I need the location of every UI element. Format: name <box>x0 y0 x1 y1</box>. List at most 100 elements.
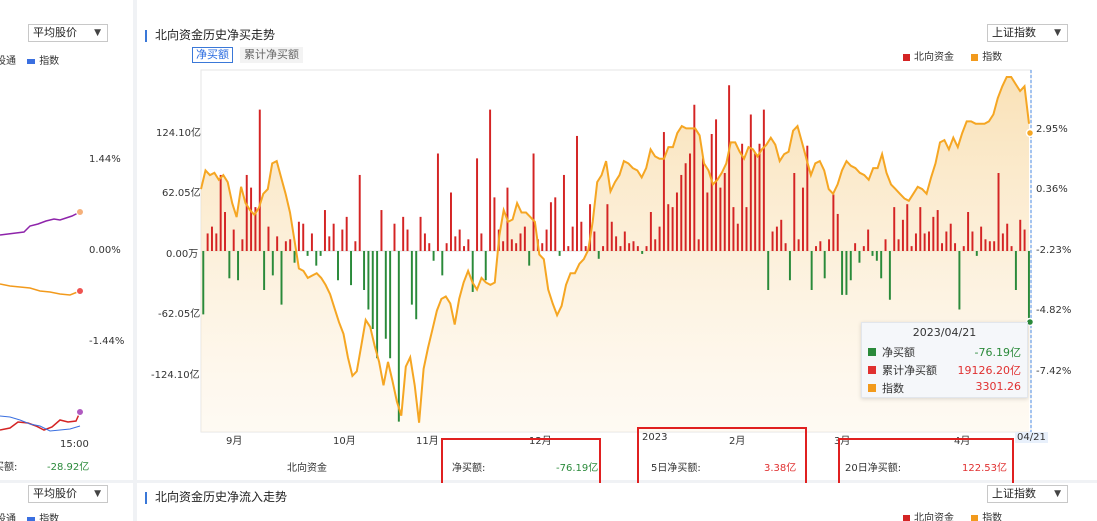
net-buy-bar <box>715 119 718 252</box>
net-buy-bar <box>632 241 635 251</box>
y-right-label-5: -7.42% <box>1036 366 1072 377</box>
net-buy-bar <box>706 192 709 251</box>
net-buy-bar <box>1014 251 1017 290</box>
net-buy-bar <box>954 243 957 251</box>
net-buy-bar <box>741 143 744 251</box>
net-buy-bar <box>841 251 844 295</box>
net-buy-bar <box>993 241 996 251</box>
net-buy-bar <box>267 226 270 251</box>
net-buy-bar <box>862 246 865 251</box>
net-buy-bar <box>988 241 991 251</box>
net-buy-bar <box>206 233 209 251</box>
net-buy-bar <box>602 246 605 251</box>
bottom-index-select-value: 上证指数 <box>992 487 1036 500</box>
net-buy-bar <box>380 210 383 251</box>
net-buy-bar <box>736 223 739 251</box>
bottom-legend-label-2: 指数 <box>982 513 1003 521</box>
net-buy-bar <box>480 233 483 251</box>
net-buy-bar <box>276 236 279 251</box>
left-average-price-select[interactable]: 平均股价 ▼ <box>28 24 108 42</box>
net-buy-bar <box>702 158 704 251</box>
net-buy-bar <box>745 207 748 251</box>
net-buy-bar <box>510 239 513 251</box>
net-buy-bar <box>228 251 231 279</box>
y-left-label-3: 0.00万 <box>166 249 199 260</box>
net-buy-bar <box>914 233 917 251</box>
left-bottom-select-value: 平均股价 <box>33 487 77 500</box>
left-bottom-panel: 平均股价 ▼ 设通 指数 <box>0 483 133 521</box>
chevron-down-icon: ▼ <box>1054 489 1061 499</box>
net-buy-bar <box>980 226 983 251</box>
net-buy-bar <box>502 241 505 251</box>
net-buy-bar <box>689 153 691 251</box>
net-buy-bar <box>515 243 518 251</box>
net-buy-bar <box>215 233 218 251</box>
net-buy-bar <box>658 226 661 251</box>
net-buy-bar <box>363 251 366 290</box>
left-intraday-chart <box>0 208 84 432</box>
net-buy-bar <box>354 241 357 251</box>
net-buy-bar <box>1006 223 1009 251</box>
x-label-sep: 9月 <box>226 436 243 447</box>
net-buy-bar <box>871 251 874 256</box>
net-buy-bar <box>258 109 261 252</box>
left-time-label: 15:00 <box>60 439 89 450</box>
northbound-net-buy-chart[interactable] <box>137 0 1097 480</box>
net-buy-bar <box>371 251 374 329</box>
net-buy-bar <box>919 207 922 251</box>
left-y-label-2: 0.00% <box>89 245 121 256</box>
net-buy-bar <box>784 243 787 251</box>
net-buy-bar <box>549 202 552 251</box>
left-footer-label: 买额: <box>0 462 18 473</box>
y-right-label-4: -4.82% <box>1036 305 1072 316</box>
net-buy-bar <box>684 163 687 251</box>
net-buy-bar <box>967 212 970 251</box>
net-buy-bar <box>402 216 405 251</box>
net-buy-bar <box>463 246 465 251</box>
net-buy-bar <box>432 251 435 261</box>
net-buy-bar <box>210 226 213 251</box>
net-buy-bar <box>945 231 948 251</box>
net-buy-bar <box>710 134 713 251</box>
net-buy-bar <box>771 231 774 251</box>
net-buy-bar <box>923 233 926 251</box>
tooltip-swatch-icon <box>868 348 876 356</box>
net-buy-bar <box>576 135 578 251</box>
net-buy-bar <box>901 219 904 251</box>
left-legend-item-a: 设通 <box>0 56 16 67</box>
left-bottom-legend: 设通 指数 <box>0 510 59 521</box>
net-buy-bar <box>297 221 300 251</box>
net-buy-bar <box>493 197 496 251</box>
net-buy-bar <box>558 251 561 256</box>
net-buy-bar <box>441 251 444 276</box>
net-buy-bar <box>636 246 639 251</box>
net-buy-bar <box>1027 251 1030 326</box>
left-legend: 设通 指数 <box>0 52 59 67</box>
chevron-down-icon: ▼ <box>94 489 101 499</box>
y-left-label-1: 124.10亿 <box>156 128 201 139</box>
legend-square-icon <box>27 58 36 64</box>
net-buy-bar <box>719 187 722 251</box>
left-orange-dot <box>76 287 84 295</box>
tooltip-swatch-icon <box>868 366 876 374</box>
left-red-dot <box>76 408 84 416</box>
net-buy-bar <box>337 251 339 281</box>
net-buy-bar <box>697 239 700 251</box>
net-buy-bar <box>858 251 861 263</box>
net-buy-bar <box>775 226 778 251</box>
bottom-index-select[interactable]: 上证指数 ▼ <box>987 485 1068 503</box>
net-buy-bar <box>845 251 848 295</box>
net-buy-bar <box>328 236 331 251</box>
net-buy-bar <box>897 239 900 251</box>
left-y-label-1: 1.44% <box>89 154 121 165</box>
net-buy-bar <box>484 251 487 281</box>
net-buy-bar <box>749 114 752 251</box>
net-buy-bar <box>984 239 987 251</box>
net-buy-bar <box>541 243 544 251</box>
left-bottom-average-price-select[interactable]: 平均股价 ▼ <box>28 485 108 503</box>
net-buy-bar <box>888 251 891 300</box>
net-buy-bar <box>728 85 731 251</box>
net-buy-bar <box>284 241 287 251</box>
net-buy-bar <box>571 226 574 251</box>
net-buy-bar <box>893 207 896 251</box>
